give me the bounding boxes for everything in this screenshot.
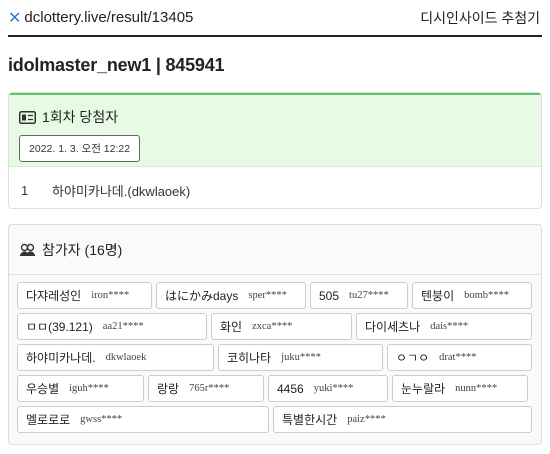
participant-chip: はにかみdays sper****	[156, 282, 306, 309]
participant-chip: 텐붕이 bomb****	[412, 282, 532, 309]
participant-chip: 랑랑 765r****	[148, 375, 264, 402]
winner-name: 하야미카나데.(dkwlaoek)	[52, 184, 191, 199]
participant-id: iguh****	[69, 383, 109, 394]
participant-id: dais****	[430, 321, 469, 332]
participant-chip: 눈누랄라 nunn****	[392, 375, 528, 402]
participant-id: bomb****	[464, 290, 510, 301]
participant-chip: 우승별 iguh****	[17, 375, 144, 402]
participant-chip: ㅁㅁ(39.121) aa21****	[17, 313, 207, 340]
participant-chip: 화인 zxca****	[211, 313, 352, 340]
participant-nick: 텐붕이	[421, 289, 455, 303]
winner-header: 1회차 당첨자 2022. 1. 3. 오전 12:22	[9, 93, 541, 167]
participant-id: dkwlaoek	[105, 352, 147, 363]
winner-heading: 1회차 당첨자	[42, 109, 119, 125]
nav-link-lottery[interactable]: 디시인사이드 추첨기	[420, 8, 542, 28]
participant-id: drat****	[439, 352, 477, 363]
participant-nick: 코히나타	[227, 351, 272, 365]
participant-chip: 다이세츠나 dais****	[356, 313, 532, 340]
participant-chip: 하야미카나데. dkwlaoek	[17, 344, 214, 371]
participant-nick: ㅇㄱㅇ	[396, 351, 430, 365]
top-bar: ✕ dclottery.live/result/13405 디시인사이드 추첨기	[8, 0, 542, 37]
draw-date-badge: 2022. 1. 3. 오전 12:22	[19, 135, 141, 162]
participant-row: 우승별 iguh**** 랑랑 765r**** 4456 yuki**** 눈누랄라…	[17, 375, 541, 402]
site-url[interactable]: dclottery.live/result/13405	[24, 9, 193, 26]
participant-id: gwss****	[80, 414, 123, 425]
participant-id: sper****	[248, 290, 287, 301]
participant-nick: 눈누랄라	[401, 382, 446, 396]
participants-header: 참가자 (16명)	[9, 225, 541, 275]
participant-nick: 505	[319, 288, 340, 303]
participant-nick: 화인	[220, 320, 243, 334]
participant-nick: 멜로로로	[26, 413, 71, 427]
participant-id: zxca****	[252, 321, 293, 332]
participant-chip: ㅇㄱㅇ drat****	[387, 344, 532, 371]
participant-nick: 특별한시간	[282, 413, 338, 427]
participant-id: yuki****	[313, 383, 354, 394]
participant-nick: 우승별	[26, 382, 60, 396]
participant-id: tu27****	[349, 290, 389, 301]
participant-nick: 다이세츠나	[365, 320, 421, 334]
people-icon	[19, 243, 36, 257]
page-title: idolmaster_new1 | 845941	[8, 55, 225, 75]
participant-nick: 다쟈레성인	[26, 289, 82, 303]
participant-nick: はにかみdays	[165, 289, 239, 303]
participant-row: 다쟈레성인 iron**** はにかみdays sper**** 505 tu27**…	[17, 282, 541, 309]
participant-nick: 랑랑	[157, 382, 180, 396]
participants-heading: 참가자 (16명)	[42, 241, 123, 258]
participant-chip: 4456 yuki****	[268, 375, 388, 402]
participant-nick: 4456	[277, 381, 304, 396]
participant-row: 멜로로로 gwss**** 특별한시간 paiz****	[17, 406, 541, 433]
participant-list: 다쟈레성인 iron**** はにかみdays sper**** 505 tu27**…	[9, 275, 541, 433]
ticket-icon	[19, 110, 36, 124]
x-logo-icon: ✕	[8, 9, 22, 27]
participant-chip: 코히나타 juku****	[218, 344, 383, 371]
participant-id: juku****	[281, 352, 321, 363]
participants-card: 참가자 (16명) 다쟈레성인 iron**** はにかみdays sper****…	[8, 224, 542, 445]
participant-nick: ㅁㅁ(39.121)	[26, 320, 93, 334]
participant-row: 하야미카나데. dkwlaoek 코히나타 juku**** ㅇㄱㅇ drat****	[17, 344, 541, 371]
participant-row: ㅁㅁ(39.121) aa21**** 화인 zxca**** 다이세츠나 dais*…	[17, 313, 541, 340]
participant-chip: 505 tu27****	[310, 282, 408, 309]
participant-id: paiz****	[347, 414, 386, 425]
participant-id: iron****	[91, 290, 130, 301]
participant-chip: 다쟈레성인 iron****	[17, 282, 152, 309]
winner-rank: 1	[21, 183, 29, 198]
winner-list-item: 1 하야미카나데.(dkwlaoek)	[9, 167, 541, 200]
participant-chip: 특별한시간 paiz****	[273, 406, 532, 433]
participant-chip: 멜로로로 gwss****	[17, 406, 269, 433]
participant-nick: 하야미카나데.	[26, 351, 96, 365]
site-link[interactable]: ✕ dclottery.live/result/13405	[8, 8, 193, 28]
winner-card: 1회차 당첨자 2022. 1. 3. 오전 12:22 1 하야미카나데.(d…	[8, 92, 542, 209]
participant-id: aa21****	[102, 321, 144, 332]
participant-id: nunn****	[455, 383, 498, 394]
participant-id: 765r****	[189, 383, 230, 394]
